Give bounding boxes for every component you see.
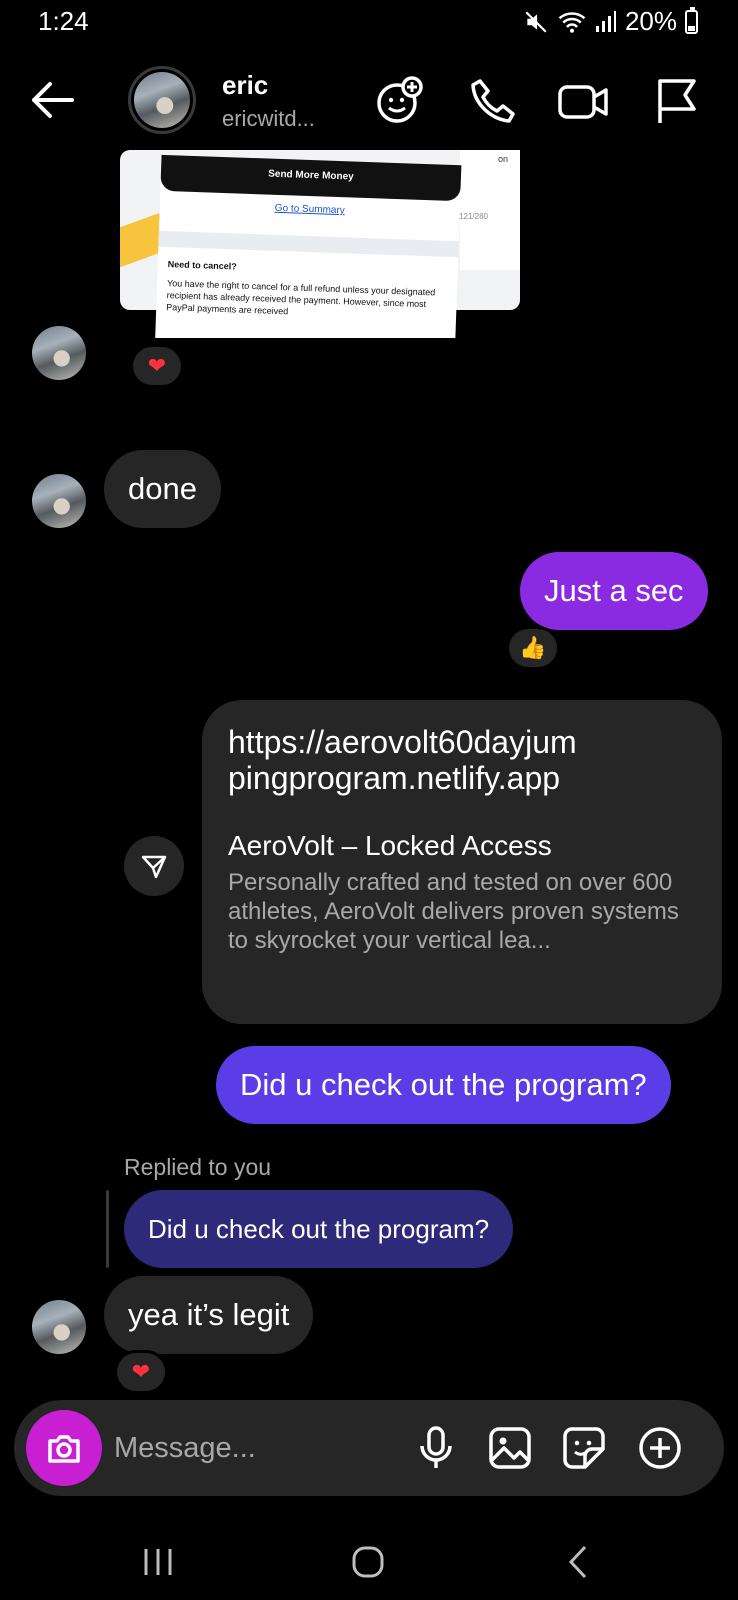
shared-image-side-count: 121/280 [459,212,488,221]
shared-image-side-text: on [497,154,508,164]
thumbs-up-reaction[interactable]: 👍 [506,626,560,670]
sender-avatar[interactable] [32,1300,86,1354]
sticker-icon [563,1427,605,1469]
camera-button[interactable] [26,1410,102,1486]
video-call-button[interactable] [556,75,608,127]
message-composer [14,1400,724,1496]
plus-circle-icon [639,1427,681,1469]
sticker-button[interactable] [560,1424,608,1472]
mute-icon [525,10,547,33]
heart-icon: ❤ [131,1359,151,1384]
sticker-plus-icon [377,76,423,123]
system-back-button[interactable] [548,1538,608,1586]
report-button[interactable] [654,75,706,127]
chat-header: eric ericwitd... [0,50,738,150]
sender-avatar[interactable] [32,474,86,528]
quoted-message[interactable]: Did u check out the program? [124,1190,514,1268]
system-navigation-bar [0,1528,738,1600]
signal-icon [595,10,616,32]
message-bubble-incoming[interactable]: done [104,450,221,528]
heart-reaction[interactable]: ❤ [114,1350,168,1394]
recent-apps-button[interactable] [128,1538,188,1586]
shared-image-card: Send More Money Go to Summary Need to ca… [154,154,462,338]
gallery-button[interactable] [486,1424,534,1472]
message-input[interactable] [114,1428,394,1468]
shared-image-body: You have the right to cancel for a full … [166,278,436,317]
video-camera-icon [558,85,608,119]
message-text: Did u check out the program? [240,1067,647,1102]
shared-image[interactable]: on 121/280 Send More Money Go to Summary… [110,150,530,338]
more-options-button[interactable] [636,1424,684,1472]
add-effects-button[interactable] [374,75,426,127]
heart-reaction[interactable]: ❤ [130,344,184,388]
home-button[interactable] [338,1538,398,1586]
link-preview-card[interactable]: https://aerovolt60dayjumpingprogram.netl… [202,700,722,1024]
quoted-text: Did u check out the program? [148,1213,490,1244]
contact-avatar[interactable] [128,66,196,134]
camera-icon [48,1435,80,1463]
contact-handle[interactable]: ericwitd... [222,106,315,132]
image-icon [489,1427,531,1469]
message-text: Just a sec [544,573,684,608]
thumbs-up-icon: 👍 [519,635,547,660]
battery-percent: 20% [624,6,677,36]
chevron-left-icon [568,1545,587,1579]
microphone-icon [420,1426,452,1468]
back-arrow-icon [32,82,74,118]
send-icon [141,855,167,879]
message-bubble-outgoing[interactable]: Just a sec [520,552,708,630]
battery-icon [685,6,698,34]
wifi-icon [558,11,586,33]
voice-message-button[interactable] [412,1424,460,1472]
heart-icon: ❤ [147,353,167,378]
message-text: done [128,471,197,506]
reply-indicator [106,1190,109,1268]
replied-label: Replied to you [124,1154,272,1180]
contact-name[interactable]: eric [222,70,268,101]
flag-icon [658,79,696,123]
status-time: 1:24 [38,6,89,36]
link-title: AeroVolt – Locked Access [228,830,552,861]
voice-call-button[interactable] [466,75,518,127]
message-bubble-incoming[interactable]: yea it’s legit [104,1276,314,1354]
phone-icon [471,79,515,123]
home-icon [352,1546,384,1578]
back-button[interactable] [26,76,78,124]
share-button[interactable] [124,836,184,896]
recent-apps-icon [144,1549,172,1575]
link-url[interactable]: https://aerovolt60dayjumpingprogram.netl… [228,724,588,796]
status-bar: 1:24 20% [0,0,738,46]
status-icons: 20% [523,6,698,37]
link-description: Personally crafted and tested on over 60… [228,869,679,954]
sender-avatar[interactable] [32,326,86,380]
message-text: yea it’s legit [128,1297,290,1332]
message-bubble-outgoing[interactable]: Did u check out the program? [216,1046,671,1124]
